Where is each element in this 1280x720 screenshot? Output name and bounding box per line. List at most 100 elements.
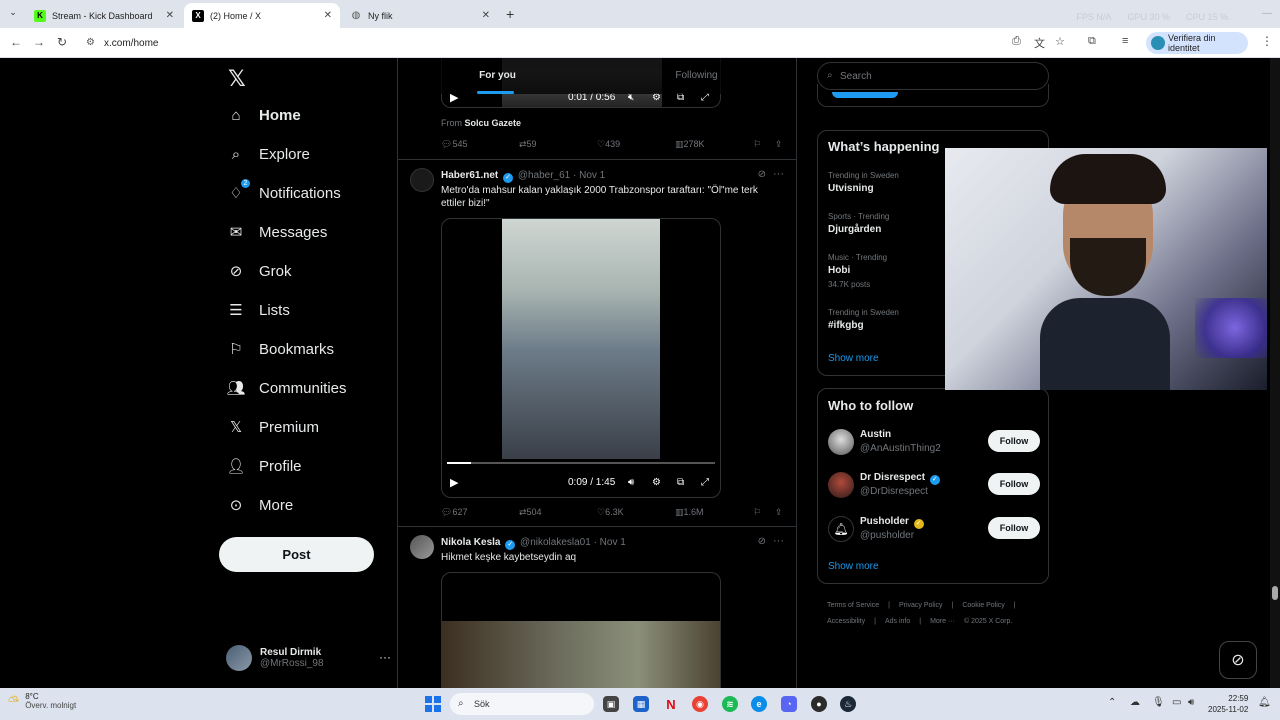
- chrome-icon[interactable]: ◉: [692, 696, 708, 712]
- steam-icon[interactable]: ♨: [840, 696, 856, 712]
- footer-link[interactable]: More ···: [930, 618, 955, 625]
- from-source[interactable]: Solcu Gazete: [465, 118, 522, 128]
- media-controls-icon[interactable]: ≡: [1122, 35, 1128, 47]
- trend-item[interactable]: Trending in Sweden Utvisning: [828, 171, 899, 194]
- volume-icon[interactable]: 🔊︎: [1188, 697, 1194, 708]
- x-logo-icon[interactable]: 𝕏: [228, 66, 246, 92]
- taskbar-search-input[interactable]: ⌕ Sök: [450, 693, 594, 715]
- bookmark-icon[interactable]: ⚐: [753, 139, 761, 150]
- post-button[interactable]: Post: [219, 537, 374, 572]
- tab-x-home[interactable]: X (2) Home / X ✕: [184, 3, 340, 28]
- nav-home[interactable]: ⌂ Home: [226, 105, 300, 125]
- footer-link[interactable]: Terms of Service: [827, 602, 879, 609]
- system-clock[interactable]: 22:59 2025-11-02: [1208, 693, 1248, 715]
- trend-item[interactable]: Sports · Trending Djurgården: [828, 212, 889, 235]
- avatar[interactable]: [410, 535, 434, 559]
- nav-notifications[interactable]: ♢ 2 Notifications: [226, 178, 341, 203]
- tweet[interactable]: Nikola Kesla ✓ @nikolakesla01 · Nov 1 ⊘ …: [398, 527, 796, 688]
- follow-suggestion[interactable]: Austin @AnAustinThing2 Follow: [828, 427, 1040, 457]
- translate-icon[interactable]: 文: [1034, 35, 1045, 51]
- views-button[interactable]: ▥ 278K: [675, 139, 705, 150]
- grok-icon[interactable]: ⊘: [758, 536, 766, 547]
- scrollbar-thumb[interactable]: [1272, 586, 1278, 600]
- author-name[interactable]: Nikola Kesla: [441, 537, 500, 548]
- extensions-icon[interactable]: ⧉: [1088, 35, 1096, 48]
- tab-following[interactable]: Following: [597, 58, 796, 94]
- spotify-icon[interactable]: ≋: [722, 696, 738, 712]
- nav-premium[interactable]: 𝕏 Premium: [226, 417, 319, 437]
- more-dots-icon[interactable]: ···: [773, 535, 784, 547]
- close-icon[interactable]: ✕: [166, 10, 174, 21]
- follow-button[interactable]: Follow: [988, 430, 1040, 452]
- grok-chat-button[interactable]: ⊘: [1219, 641, 1257, 679]
- footer-link[interactable]: Ads info: [885, 618, 910, 625]
- show-more-trends-link[interactable]: Show more: [828, 353, 879, 364]
- chevron-up-icon[interactable]: ⌃: [1108, 697, 1116, 708]
- nav-more[interactable]: ⊙ More: [226, 495, 293, 515]
- fullscreen-icon[interactable]: ⤢: [701, 477, 709, 488]
- window-controls[interactable]: —: [1262, 8, 1272, 19]
- tweet-date[interactable]: · Nov 1: [573, 170, 605, 181]
- nav-bookmarks[interactable]: ⚐ Bookmarks: [226, 339, 334, 359]
- bookmark-star-icon[interactable]: ☆: [1055, 35, 1065, 48]
- like-button[interactable]: ♡ 439: [597, 139, 620, 150]
- obs-icon[interactable]: ●: [811, 696, 827, 712]
- store-icon[interactable]: ▦: [633, 696, 649, 712]
- close-icon[interactable]: ✕: [482, 10, 490, 21]
- share-icon[interactable]: ⇪: [775, 507, 783, 518]
- share-icon[interactable]: ⇪: [775, 139, 783, 150]
- browser-menu-icon[interactable]: ⋮: [1261, 34, 1273, 48]
- address-bar[interactable]: ⚙ x.com/home: [80, 32, 1000, 54]
- back-arrow-icon[interactable]: ←: [10, 35, 22, 49]
- tweet-video[interactable]: [441, 218, 721, 498]
- account-switcher[interactable]: Resul Dirmik @MrRossi_98 ···: [226, 640, 391, 676]
- netflix-icon[interactable]: N: [663, 696, 679, 712]
- views-button[interactable]: ▥ 1.6M: [675, 507, 704, 518]
- nav-communities[interactable]: 👥︎ Communities: [226, 378, 346, 398]
- close-icon[interactable]: ✕: [324, 10, 332, 21]
- trend-item[interactable]: Trending in Sweden #ifkgbg: [828, 308, 899, 331]
- tweet-video[interactable]: [441, 572, 721, 688]
- task-view-icon[interactable]: ▣: [603, 696, 619, 712]
- like-button[interactable]: ♡ 6.3K: [597, 507, 624, 518]
- notification-bell-icon[interactable]: 🔔︎: [1258, 697, 1271, 708]
- discord-icon[interactable]: ◔: [781, 696, 797, 712]
- scrollbar[interactable]: [1270, 58, 1280, 688]
- avatar[interactable]: [410, 168, 434, 192]
- repost-button[interactable]: ⇄ 59: [519, 139, 537, 150]
- repost-button[interactable]: ⇄ 504: [519, 507, 542, 518]
- profile-button[interactable]: Verifiera din identitet: [1146, 32, 1248, 54]
- tweet[interactable]: Haber61.net ✓ @haber_61 · Nov 1 ⊘ ··· Me…: [398, 160, 796, 526]
- reply-button[interactable]: 💬︎ 545: [441, 139, 467, 150]
- weather-widget[interactable]: ⛅︎ 8°C Överv. molnigt: [8, 692, 76, 710]
- play-icon[interactable]: ▶: [450, 476, 458, 489]
- bookmark-icon[interactable]: ⚐: [753, 507, 761, 518]
- author-name[interactable]: Haber61.net: [441, 170, 498, 181]
- pip-icon[interactable]: ⧉: [677, 477, 684, 488]
- follow-suggestion[interactable]: 🔔︎ Pusholder ✓ @pusholder Follow: [828, 514, 1040, 544]
- tab-kick-dashboard[interactable]: K Stream - Kick Dashboard ✕: [26, 3, 182, 28]
- site-info-icon[interactable]: ⚙: [86, 37, 95, 48]
- show-more-follow-link[interactable]: Show more: [828, 561, 879, 572]
- tab-for-you[interactable]: For you: [398, 58, 597, 94]
- footer-link[interactable]: Privacy Policy: [899, 602, 943, 609]
- nav-grok[interactable]: ⊘ Grok: [226, 261, 292, 281]
- edge-icon[interactable]: e: [751, 696, 767, 712]
- tab-new-tab[interactable]: ◍ Ny flik ✕: [342, 3, 498, 28]
- network-icon[interactable]: ▭: [1172, 697, 1181, 708]
- tweet-date[interactable]: · Nov 1: [594, 537, 626, 548]
- windows-start-icon[interactable]: [425, 696, 441, 712]
- new-tab-button[interactable]: +: [506, 6, 514, 22]
- forward-arrow-icon[interactable]: →: [33, 35, 45, 49]
- trend-item[interactable]: Music · Trending Hobi 34.7K posts: [828, 253, 887, 289]
- follow-button[interactable]: Follow: [988, 517, 1040, 539]
- video-progress-track[interactable]: [447, 462, 715, 464]
- reply-button[interactable]: 💬︎ 627: [441, 507, 467, 518]
- footer-link[interactable]: Cookie Policy: [962, 602, 1004, 609]
- settings-icon[interactable]: ⚙: [652, 477, 661, 488]
- nav-profile[interactable]: 👤︎ Profile: [226, 456, 301, 476]
- subscribe-button[interactable]: [832, 92, 898, 98]
- reload-icon[interactable]: ↻: [57, 35, 67, 49]
- tab-search-button[interactable]: ⌄: [6, 7, 20, 21]
- install-app-icon[interactable]: ⎙: [1012, 35, 1021, 48]
